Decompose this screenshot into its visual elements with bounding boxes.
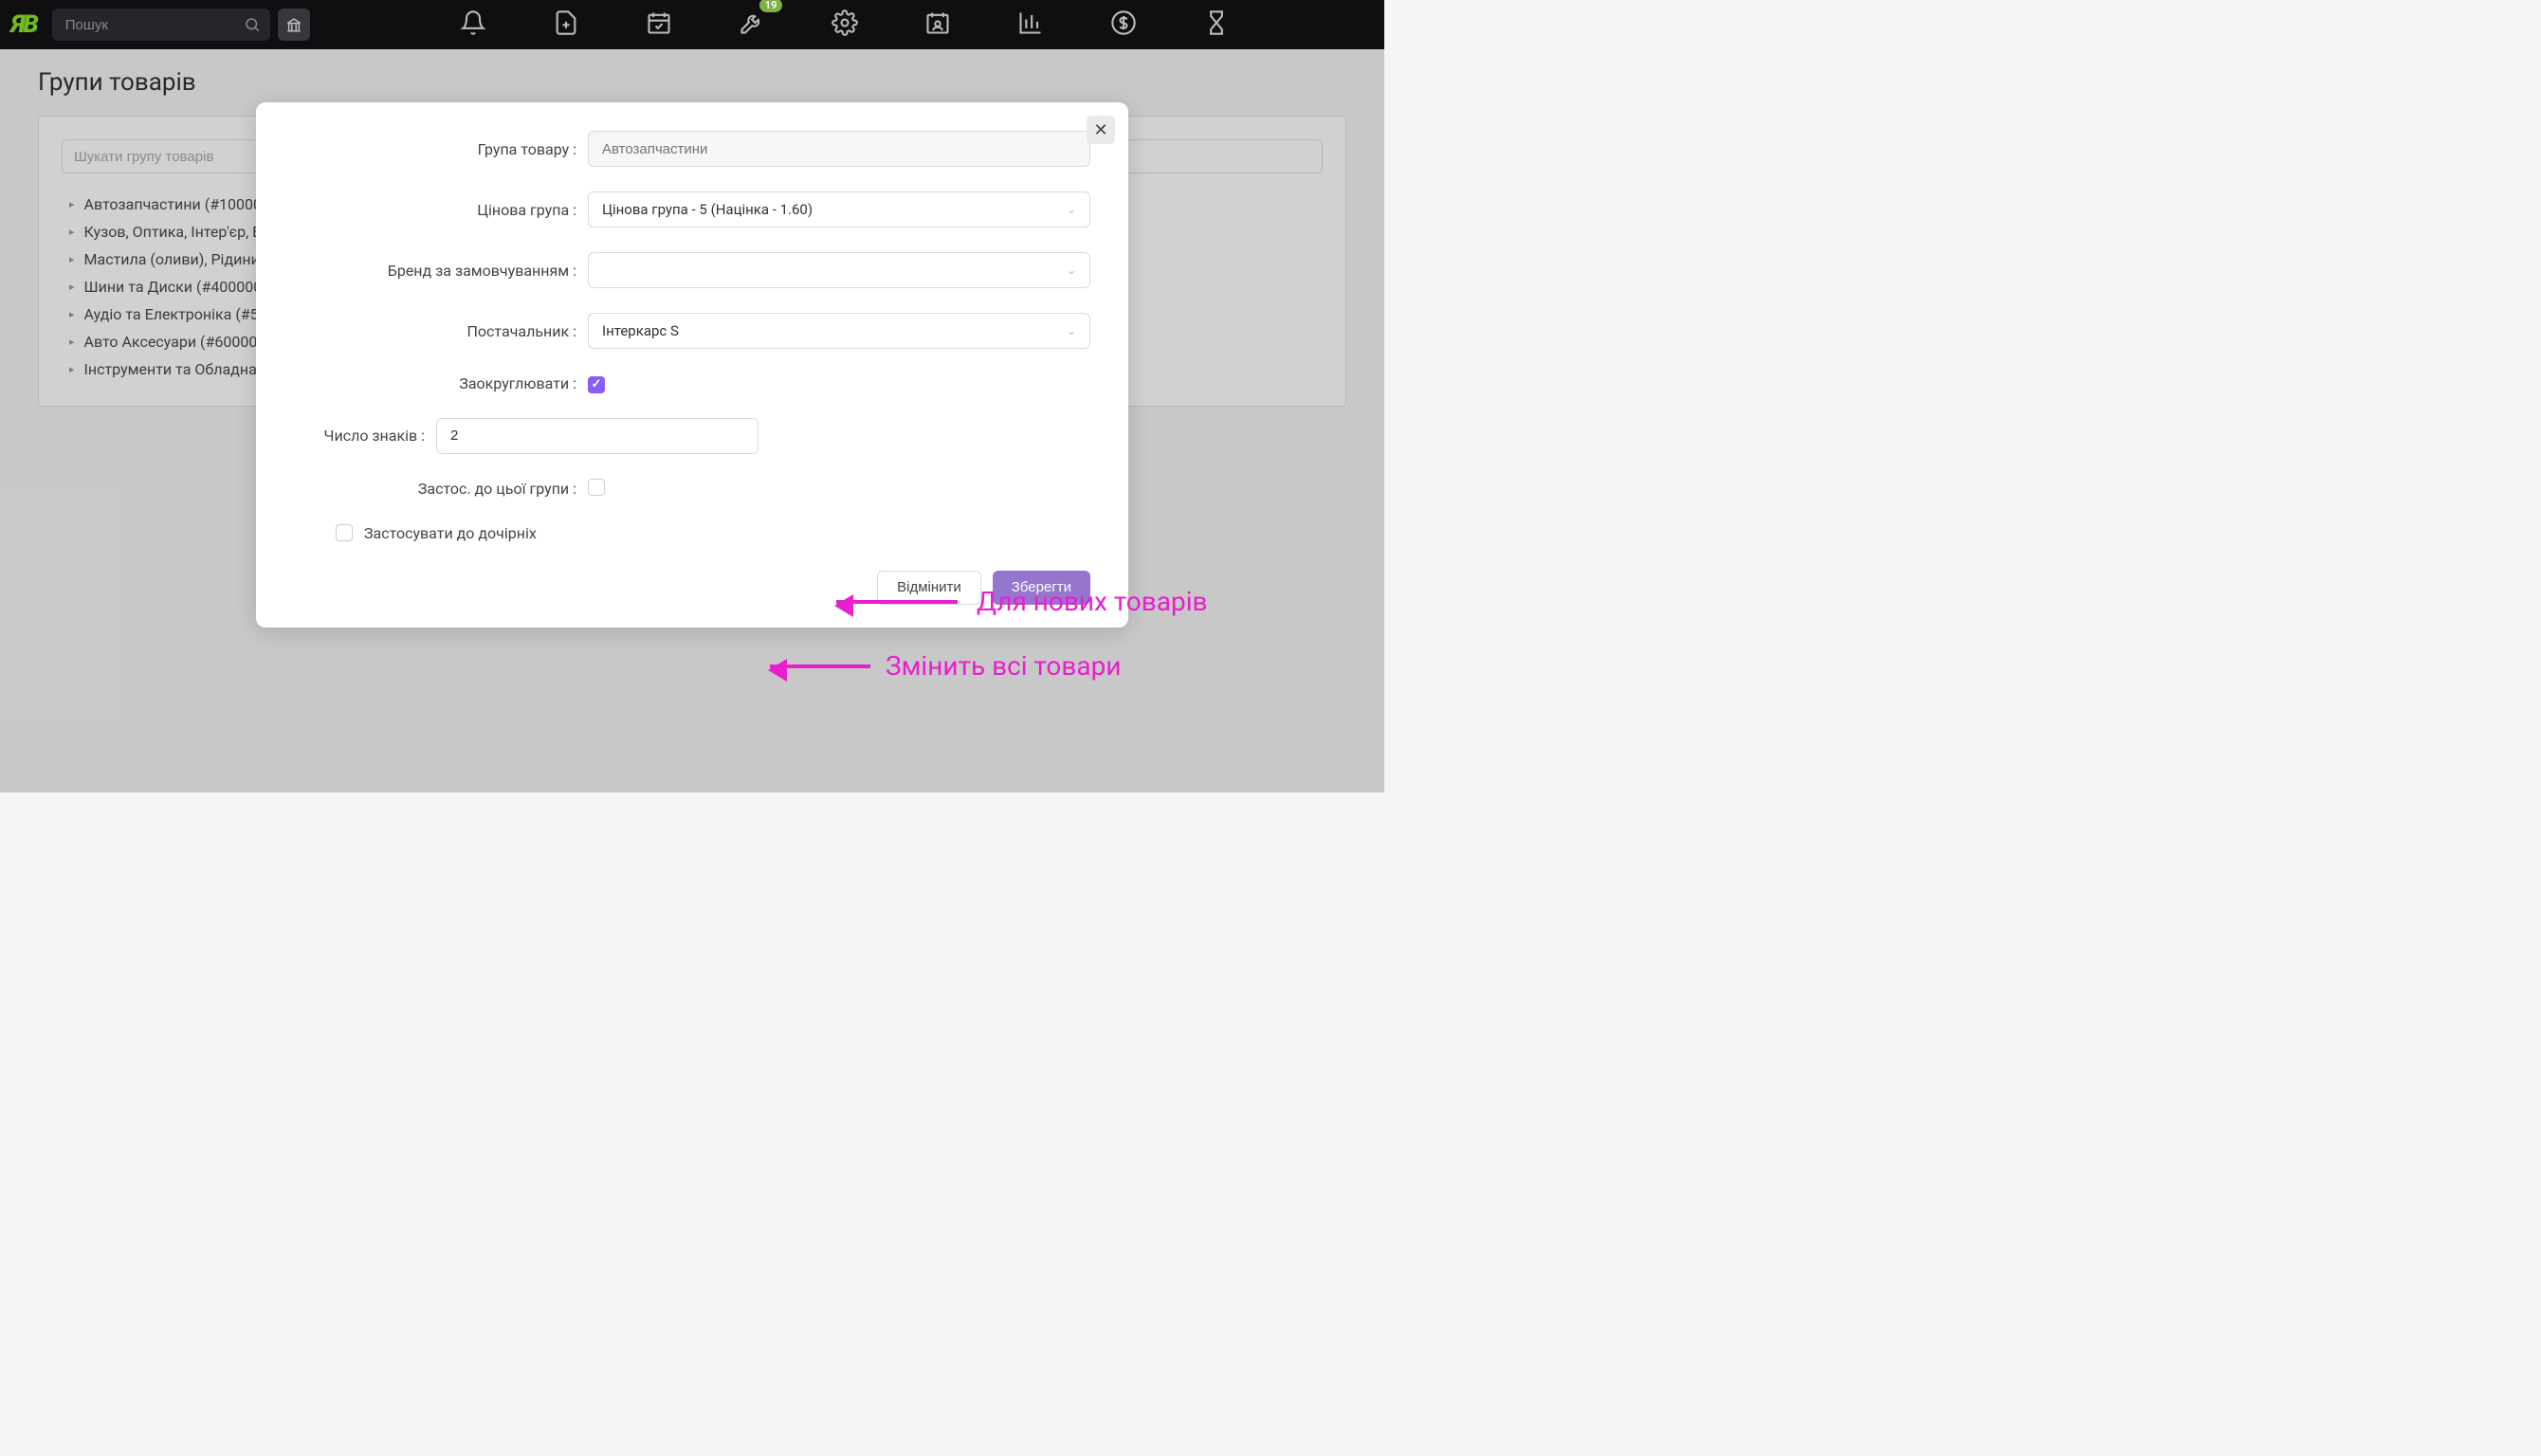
- digits-label: Число знаків :: [294, 427, 436, 445]
- search-container: [52, 9, 270, 41]
- supplier-label: Постачальник :: [294, 322, 588, 340]
- price-group-select[interactable]: Цінова група - 5 (Націнка - 1.60) ⌄: [588, 191, 1090, 228]
- search-icon: [244, 16, 261, 33]
- supplier-select[interactable]: Інтеркарс S ⌄: [588, 313, 1090, 349]
- chart-icon[interactable]: [1017, 9, 1044, 40]
- apply-this-checkbox[interactable]: [588, 479, 605, 496]
- arrow-icon: [770, 664, 870, 668]
- price-group-label: Цінова група :: [294, 201, 588, 219]
- arrow-icon: [836, 600, 958, 604]
- nav-icons-group: 19: [318, 9, 1373, 40]
- price-group-value: Цінова група - 5 (Націнка - 1.60): [602, 201, 813, 218]
- apply-children-checkbox[interactable]: [336, 524, 353, 541]
- close-button[interactable]: ✕: [1087, 116, 1115, 144]
- dollar-icon[interactable]: [1110, 9, 1137, 40]
- gear-icon[interactable]: [832, 9, 858, 40]
- annotation-new-goods: Для нових товарів: [836, 586, 1208, 617]
- chevron-down-icon: ⌄: [1067, 324, 1076, 337]
- contact-icon[interactable]: [924, 9, 951, 40]
- round-label: Заокруглювати :: [294, 374, 588, 392]
- group-name-input: [588, 131, 1090, 167]
- app-logo: ЯB: [11, 10, 37, 39]
- chevron-down-icon: ⌄: [1067, 264, 1076, 277]
- wrench-icon[interactable]: 19: [739, 9, 765, 40]
- group-label: Група товару :: [294, 140, 588, 158]
- close-icon: ✕: [1093, 120, 1107, 140]
- round-checkbox[interactable]: [588, 376, 605, 393]
- search-input[interactable]: [52, 9, 270, 41]
- default-brand-select[interactable]: ⌄: [588, 252, 1090, 288]
- apply-this-label: Застос. до цьої групи :: [294, 480, 588, 498]
- bank-button[interactable]: [278, 9, 310, 41]
- bank-icon: [285, 16, 302, 33]
- top-navbar: ЯB 19: [0, 0, 1384, 49]
- supplier-value: Інтеркарс S: [602, 322, 679, 339]
- apply-children-label: Застосувати до дочірніх: [364, 524, 537, 542]
- group-edit-modal: ✕ Група товару : Цінова група : Цінова г…: [256, 102, 1128, 628]
- wrench-badge: 19: [759, 0, 783, 12]
- default-brand-label: Бренд за замовчуванням :: [294, 262, 588, 280]
- calendar-check-icon[interactable]: [646, 9, 672, 40]
- annotation-change-all: Змінить всі товари: [770, 650, 1122, 682]
- bell-icon[interactable]: [460, 9, 486, 40]
- hourglass-icon[interactable]: [1203, 9, 1230, 40]
- chevron-down-icon: ⌄: [1067, 203, 1076, 216]
- document-add-icon[interactable]: [553, 9, 579, 40]
- digits-input[interactable]: [436, 418, 759, 454]
